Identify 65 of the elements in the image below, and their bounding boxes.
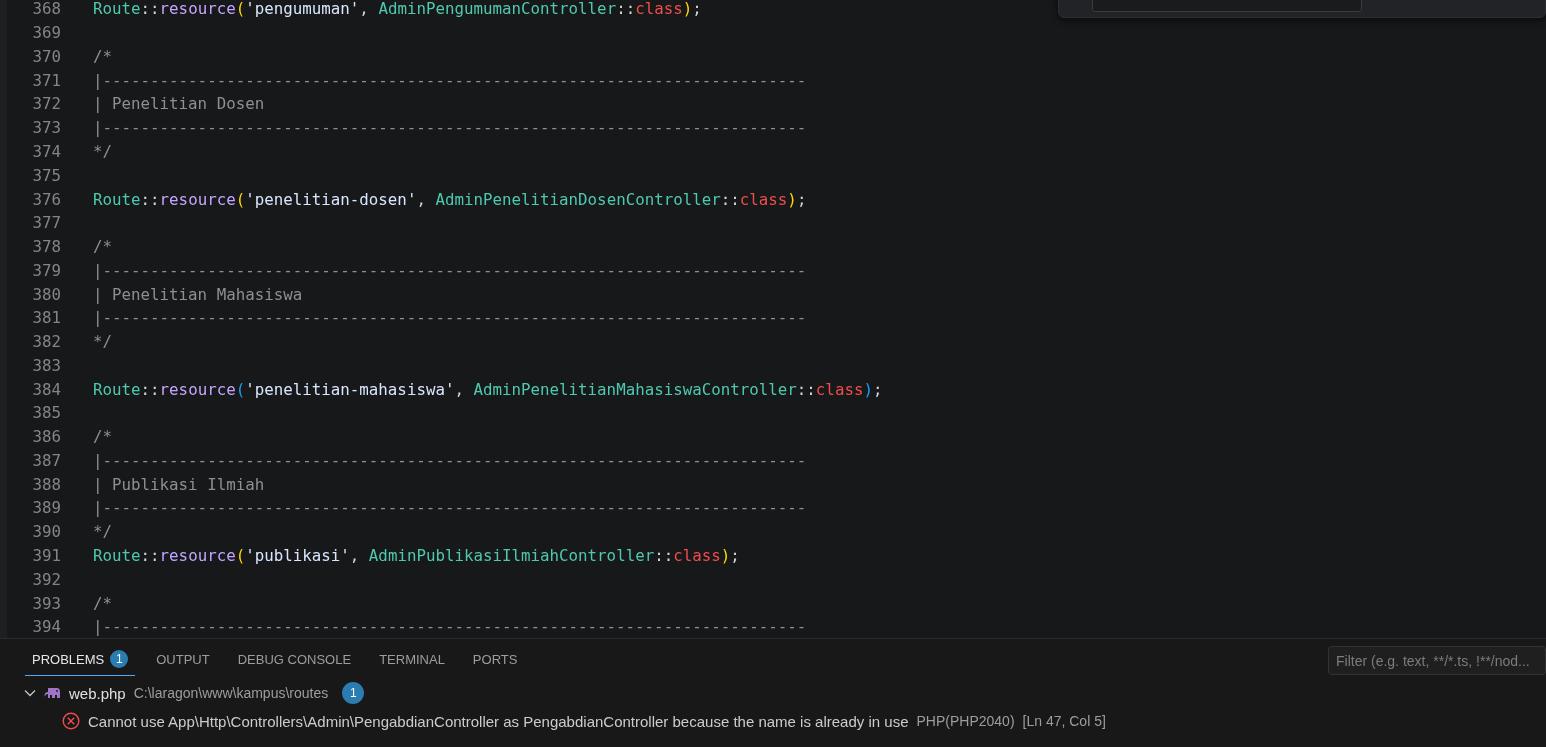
code-line: Route::resource('penelitian-dosen', AdminPenelitianDosenController::class); [93,189,807,209]
line-number: 373 [31,118,61,138]
code-line: | Penelitian Dosen [93,94,265,114]
line-number: 394 [31,617,61,637]
code-line: /* [93,593,113,613]
panel-tab[interactable]: DEBUG CONSOLE [230,643,359,676]
line-number: 386 [31,427,61,447]
line-number: 391 [31,546,61,565]
chevron-down-icon[interactable] [24,687,36,699]
code-line: |-------------------------------------------------------------------------- [93,260,807,280]
line-number: 385 [31,403,61,423]
problem-item[interactable]: Cannot use App\Http\Controllers\Admin\PengabdianController as PengabdianController because the name is already in use PHP(PHP2040) [Ln 47, Col 5] [0,707,1546,735]
panel-tab[interactable]: TERMINAL [372,643,452,676]
code-line: Route::resource('publikasi', AdminPublikasiIlmiahController::class); [93,546,740,565]
line-number: 388 [31,474,61,494]
count-badge: 1 [342,682,365,704]
line-number: 375 [31,165,61,185]
code-line: /* [93,46,113,66]
line-number: 370 [31,46,61,66]
line-number: 378 [31,237,61,257]
code-line: |-------------------------------------------------------------------------- [93,118,807,138]
line-number: 368 [31,0,61,19]
file-name[interactable]: web.php [69,684,126,702]
code-line: Route::resource('pengumuman', AdminPengumumanController::class); [93,0,702,19]
panel-tab[interactable]: OUTPUT [149,643,217,676]
line-number: 371 [31,70,61,90]
elephant-icon [44,687,61,699]
file-path: C:\laragon\www\kampus\routes [133,685,329,701]
line-number: 384 [31,379,61,399]
code-line: |-------------------------------------------------------------------------- [93,70,807,90]
code-line: /* [93,427,113,447]
line-number: 390 [31,522,61,542]
panel-tab[interactable]: PROBLEMS 1 [25,643,136,676]
code-line: */ [93,332,113,352]
line-number: 379 [31,260,61,280]
line-number: 389 [31,498,61,518]
error-icon [62,712,80,730]
filter-field[interactable]: Filter (e.g. text, **/*.ts, !**/nod... [1328,646,1546,675]
panel-tab[interactable]: PORTS [465,643,525,676]
line-number: 381 [31,308,61,328]
line-number: 382 [31,332,61,352]
line-number: 372 [31,94,61,114]
code-line: |-------------------------------------------------------------------------- [93,308,807,328]
line-number: 380 [31,284,61,304]
line-number: 383 [31,355,61,375]
error-location: [Ln 47, Col 5] [1022,713,1106,729]
code-line: |-------------------------------------------------------------------------- [93,617,807,637]
line-number: 393 [31,593,61,613]
code-line: |-------------------------------------------------------------------------- [93,450,807,470]
line-number: 392 [31,569,61,589]
code-line: */ [93,522,113,542]
code-line: | Publikasi Ilmiah [93,474,265,494]
code-line: |-------------------------------------------------------------------------- [93,498,807,518]
error-message: Cannot use App\Http\Controllers\Admin\PengabdianController as PengabdianController because the name is already in use [88,712,909,730]
code-line: */ [93,141,113,161]
code-line: Route::resource('penelitian-mahasiswa', AdminPenelitianMahasiswaController::class); [93,379,883,399]
code-line: | Penelitian Mahasiswa [93,284,303,304]
error-source: PHP(PHP2040) [916,713,1015,729]
line-number: 374 [31,141,61,161]
line-number: 376 [31,189,61,209]
count-badge: 1 [110,650,129,668]
line-number: 369 [31,23,61,43]
line-number: 377 [31,213,61,233]
line-number: 387 [31,450,61,470]
code-line: /* [93,237,113,257]
